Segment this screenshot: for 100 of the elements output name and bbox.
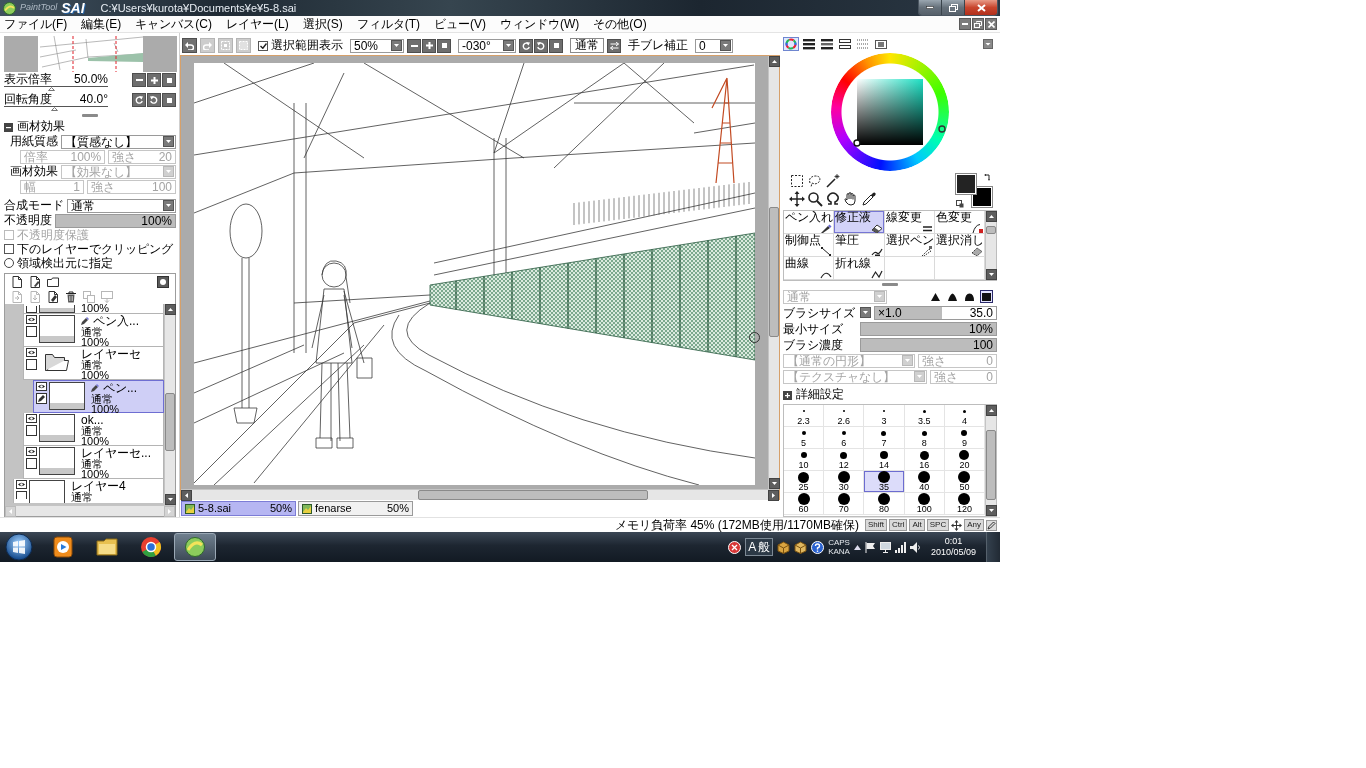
- menu-item[interactable]: フィルタ(T): [353, 17, 431, 31]
- menu-item[interactable]: ウィンドウ(W): [497, 17, 591, 31]
- rect-select-icon[interactable]: [789, 173, 805, 189]
- layer-status-box[interactable]: [26, 306, 37, 313]
- lasso-icon[interactable]: [807, 173, 823, 189]
- brush-size-preset[interactable]: 80: [864, 493, 905, 515]
- close-button[interactable]: [985, 18, 997, 30]
- brush-tool[interactable]: 選択ペン: [884, 234, 935, 257]
- small-squares-icon[interactable]: [956, 199, 964, 208]
- reset-rotation-button[interactable]: [162, 93, 176, 107]
- reset-rotation-button[interactable]: [549, 38, 563, 53]
- start-orb-icon[interactable]: [4, 533, 34, 561]
- panel-menu-icon[interactable]: [983, 38, 993, 49]
- vertical-scrollbar[interactable]: [985, 405, 996, 516]
- brush-size-preset[interactable]: 7: [864, 427, 905, 449]
- brush-size-preset[interactable]: 10: [784, 449, 825, 471]
- brush-tool[interactable]: 選択消し: [934, 234, 985, 257]
- brush-size-preset[interactable]: 6: [824, 427, 865, 449]
- opacity-slider[interactable]: 100%: [55, 213, 176, 228]
- zoom-out-button[interactable]: [132, 73, 146, 87]
- scrollbar-thumb[interactable]: [418, 490, 648, 500]
- restore-button[interactable]: [972, 18, 984, 30]
- horizontal-scrollbar[interactable]: [181, 489, 779, 500]
- ime-mode-button[interactable]: A 般: [745, 538, 774, 556]
- dropdown-field[interactable]: 【質感なし】: [61, 134, 176, 149]
- scroll-right-icon[interactable]: [768, 490, 779, 501]
- brush-size-preset[interactable]: 20: [944, 449, 985, 471]
- brush-size-preset[interactable]: 30: [824, 471, 865, 493]
- hand-icon[interactable]: [843, 191, 859, 207]
- scroll-up-icon[interactable]: [769, 56, 780, 67]
- scroll-up-icon[interactable]: [986, 211, 997, 222]
- brush-size-preset[interactable]: 70: [824, 493, 865, 515]
- monitor-icon[interactable]: [879, 541, 891, 553]
- layer-status-box[interactable]: [16, 491, 27, 499]
- layer-status-box[interactable]: [26, 359, 37, 370]
- menu-item[interactable]: ビュー(V): [431, 17, 497, 31]
- scroll-down-icon[interactable]: [986, 269, 997, 280]
- canvas-tab[interactable]: fenarse 50%: [298, 501, 413, 516]
- plus-box-icon[interactable]: [783, 390, 792, 400]
- brush-size-preset[interactable]: 40: [904, 471, 945, 493]
- scroll-left-icon[interactable]: [181, 490, 192, 501]
- radio-button[interactable]: [4, 258, 14, 268]
- reset-zoom-button[interactable]: [162, 73, 176, 87]
- eye-icon[interactable]: [26, 348, 37, 357]
- scroll-up-icon[interactable]: [986, 405, 997, 416]
- layer-status-box[interactable]: [26, 425, 37, 436]
- brush-size-preset[interactable]: 5: [784, 427, 825, 449]
- brush-size-preset[interactable]: 2.6: [824, 405, 865, 427]
- x-circle-icon[interactable]: [728, 540, 742, 554]
- layer-row[interactable]: レイヤーセ 通常 100%: [23, 347, 164, 380]
- minimize-button[interactable]: [959, 18, 971, 30]
- saturation-value-square[interactable]: [857, 79, 923, 145]
- brush-size-preset[interactable]: 3.5: [904, 405, 945, 427]
- magnifier-icon[interactable]: [807, 191, 823, 207]
- brush-size-preset[interactable]: 4: [944, 405, 985, 427]
- brush-size-preset[interactable]: 25: [784, 471, 825, 493]
- bent-arrow-icon[interactable]: [984, 173, 991, 181]
- signal-bars-icon[interactable]: [894, 541, 906, 553]
- package-icon[interactable]: [794, 540, 808, 554]
- layer-row[interactable]: ペン... 通常 100%: [33, 380, 164, 413]
- brush-tool[interactable]: 制御点: [784, 234, 835, 257]
- rotate-right-button[interactable]: [147, 93, 161, 107]
- brush-tool[interactable]: ペン入れ: [784, 211, 835, 234]
- folder-icon[interactable]: [47, 275, 59, 288]
- rotate-left-button[interactable]: [132, 93, 146, 107]
- brush-size-preset[interactable]: 100: [904, 493, 945, 515]
- brush-size-preset[interactable]: 16: [904, 449, 945, 471]
- checkbox[interactable]: [4, 244, 14, 254]
- restore-button[interactable]: [942, 0, 965, 15]
- layer-status-box[interactable]: [26, 326, 37, 337]
- eye-icon[interactable]: [36, 382, 47, 391]
- brush-size-preset[interactable]: 35: [864, 471, 905, 493]
- eye-icon[interactable]: [26, 315, 37, 324]
- omega-icon[interactable]: [825, 191, 841, 207]
- rotation-slider[interactable]: 回転角度 40.0°: [4, 93, 108, 111]
- primary-color-swatch[interactable]: [955, 172, 977, 195]
- menu-item[interactable]: キャンバス(C): [132, 17, 223, 31]
- scroll-down-icon[interactable]: [769, 478, 780, 489]
- scrollbar-thumb[interactable]: [986, 226, 996, 234]
- brush-size-preset[interactable]: 8: [904, 427, 945, 449]
- move-arrows-icon[interactable]: [789, 191, 805, 207]
- eye-icon[interactable]: [26, 447, 37, 456]
- vertical-scrollbar[interactable]: [768, 56, 779, 489]
- minus-box-icon[interactable]: [4, 122, 13, 132]
- brush-tip-button[interactable]: [980, 290, 993, 303]
- setting-slider[interactable]: 10%: [860, 321, 997, 336]
- taskbar-app-button[interactable]: [174, 533, 216, 561]
- brush-tool[interactable]: 曲線: [784, 257, 835, 280]
- eyedropper-icon[interactable]: [861, 191, 877, 207]
- brush-size-preset[interactable]: 120: [944, 493, 985, 515]
- brush-size-preset[interactable]: 3: [864, 405, 905, 427]
- scroll-up-icon[interactable]: [165, 304, 176, 315]
- reset-zoom-button[interactable]: [437, 38, 451, 53]
- flag-icon[interactable]: [864, 541, 876, 553]
- clock-button[interactable]: 0:01 2010/05/09: [924, 536, 982, 558]
- trash-icon[interactable]: [65, 290, 77, 303]
- view-mode-button[interactable]: 通常: [570, 38, 604, 53]
- rotation-dropdown[interactable]: -030°: [458, 38, 516, 53]
- layer-row[interactable]: レイヤー4 通常: [13, 479, 164, 503]
- menu-item[interactable]: 編集(E): [78, 17, 133, 31]
